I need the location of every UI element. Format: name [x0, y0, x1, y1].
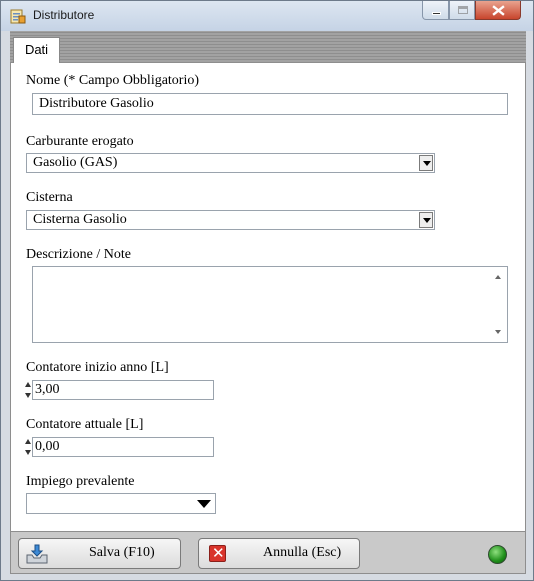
tab-dati[interactable]: Dati [13, 37, 60, 64]
save-button[interactable]: Salva (F10) [18, 538, 181, 569]
scroll-up-icon[interactable] [495, 275, 501, 279]
nome-input[interactable]: Distributore Gasolio [32, 93, 508, 115]
carburante-dropdown-button[interactable] [419, 155, 433, 171]
spin-up-icon[interactable] [25, 439, 31, 444]
chevron-down-icon [423, 218, 431, 223]
contatore-inizio-input[interactable]: 3,00 [32, 380, 214, 400]
descrizione-textarea[interactable] [32, 266, 508, 343]
cancel-x-icon: ✕ [209, 544, 226, 562]
nome-label: Nome (* Campo Obbligatorio) [26, 73, 200, 88]
descrizione-scrollbar[interactable] [490, 267, 507, 342]
minimize-button[interactable] [422, 1, 449, 20]
spin-up-icon[interactable] [25, 382, 31, 387]
spin-down-icon[interactable] [25, 393, 31, 398]
title-bar[interactable]: Distributore [1, 1, 533, 31]
save-button-label: Salva (F10) [89, 545, 155, 560]
contatore-inizio-label: Contatore inizio anno [L] [26, 360, 169, 375]
contatore-attuale-label: Contatore attuale [L] [26, 417, 144, 432]
chevron-down-icon[interactable] [197, 500, 211, 508]
descrizione-label: Descrizione / Note [26, 247, 131, 262]
scroll-down-icon[interactable] [495, 330, 501, 334]
carburante-select[interactable]: Gasolio (GAS) [26, 153, 435, 173]
contatore-attuale-input[interactable]: 0,00 [32, 437, 214, 457]
maximize-icon [458, 6, 468, 14]
impiego-label: Impiego prevalente [26, 474, 135, 489]
contatore-attuale-spinner[interactable] [25, 437, 32, 457]
save-tray-icon [26, 544, 48, 564]
cancel-button-label: Annulla (Esc) [263, 545, 342, 560]
window-title: Distributore [33, 8, 95, 22]
dialog-window: Distributore Dati Nome (* Campo Obbligat… [0, 0, 534, 581]
status-indicator-icon [488, 545, 507, 564]
chevron-down-icon [423, 161, 431, 166]
maximize-button[interactable] [449, 1, 475, 20]
spin-down-icon[interactable] [25, 450, 31, 455]
impiego-select[interactable] [26, 493, 216, 514]
cisterna-dropdown-button[interactable] [419, 212, 433, 228]
cancel-button[interactable]: ✕ Annulla (Esc) [198, 538, 360, 569]
tab-strip [10, 31, 526, 63]
contatore-inizio-spinner[interactable] [25, 380, 32, 400]
carburante-label: Carburante erogato [26, 134, 134, 149]
minimize-icon [432, 12, 441, 15]
close-button[interactable] [475, 1, 521, 20]
cisterna-value: Cisterna Gasolio [33, 212, 127, 227]
form-document-icon [10, 9, 26, 24]
cisterna-label: Cisterna [26, 190, 73, 205]
carburante-value: Gasolio (GAS) [33, 155, 118, 170]
cisterna-select[interactable]: Cisterna Gasolio [26, 210, 435, 230]
close-icon [492, 5, 505, 16]
